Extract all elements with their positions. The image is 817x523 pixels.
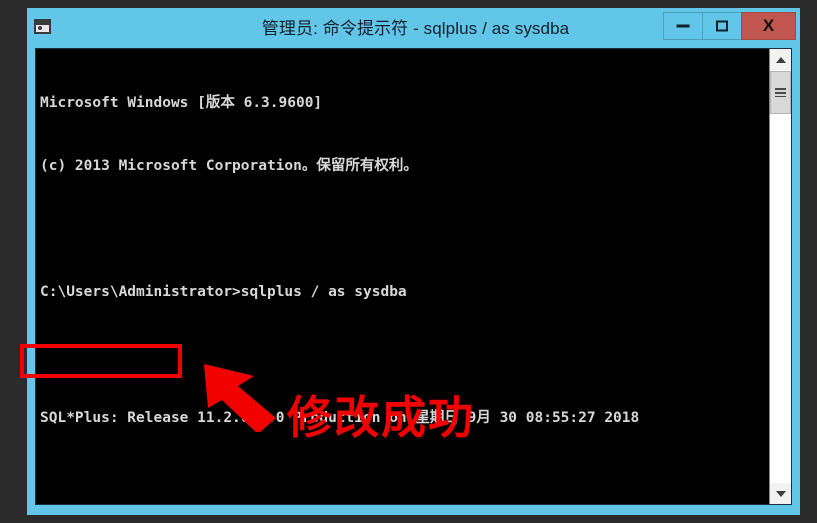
close-button[interactable]: X [741, 12, 796, 40]
minimize-icon [676, 24, 690, 28]
chevron-down-icon [775, 490, 786, 497]
scroll-down-button[interactable] [770, 483, 791, 504]
screen: 管理员: 命令提示符 - sqlplus / as sysdba X Micro… [0, 0, 817, 523]
maximize-icon [716, 20, 728, 32]
console-scrollbar[interactable] [769, 49, 791, 504]
console-line: C:\Users\Administrator>sqlplus / as sysd… [40, 284, 407, 300]
chevron-up-icon [775, 56, 786, 63]
window-titlebar[interactable]: 管理员: 命令提示符 - sqlplus / as sysdba X [27, 8, 800, 44]
scroll-up-button[interactable] [770, 49, 791, 70]
console-line: Microsoft Windows [版本 6.3.9600] [40, 95, 323, 111]
scroll-thumb[interactable] [770, 71, 791, 114]
console-area: Microsoft Windows [版本 6.3.9600] (c) 2013… [27, 44, 800, 515]
console-line: (c) 2013 Microsoft Corporation。保留所有权利。 [40, 158, 418, 174]
window-controls: X [663, 12, 796, 40]
close-icon: X [762, 16, 775, 35]
grip-lines-icon [775, 88, 786, 97]
maximize-button[interactable] [702, 12, 742, 40]
minimize-button[interactable] [663, 12, 703, 40]
console-window-icon [34, 19, 51, 34]
annotation-note: 修改成功 [287, 391, 476, 444]
